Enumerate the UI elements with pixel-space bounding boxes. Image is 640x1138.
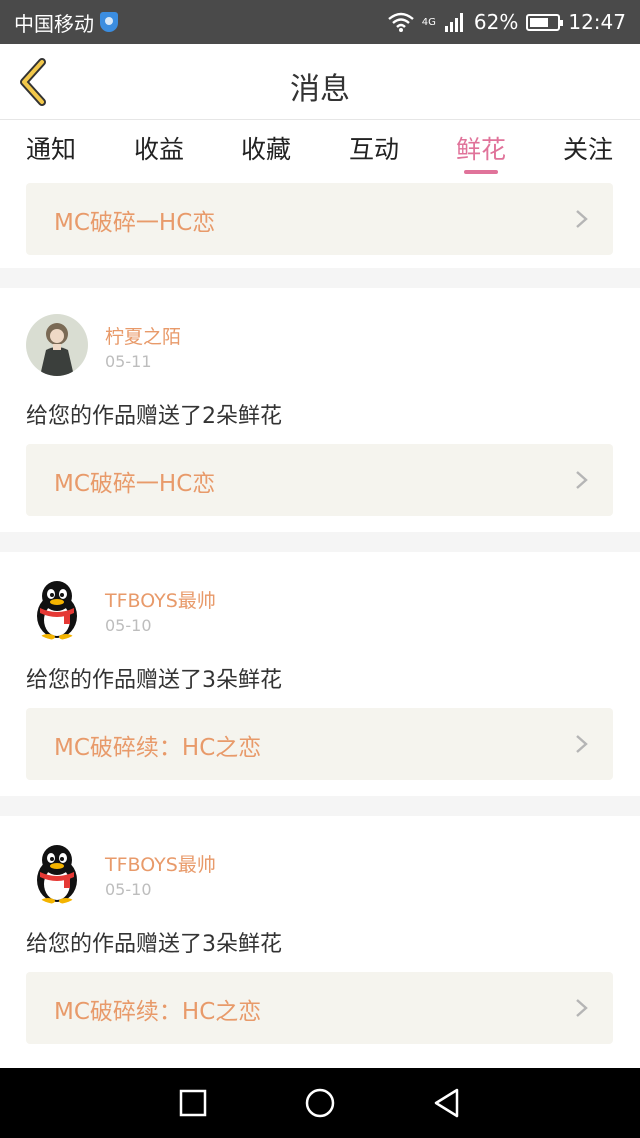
recent-apps-button[interactable] [176, 1086, 210, 1120]
home-button[interactable] [303, 1086, 337, 1120]
chevron-right-icon [576, 999, 588, 1017]
work-link[interactable]: MC破碎续：HC之恋 [26, 708, 613, 780]
nav-back-button[interactable] [430, 1086, 464, 1120]
security-shield-icon [100, 12, 118, 32]
system-nav-bar [0, 1068, 640, 1138]
user-avatar[interactable] [26, 578, 88, 640]
message-card: MC破碎一HC恋 [0, 180, 640, 268]
tab-earnings[interactable]: 收益 [114, 130, 204, 166]
work-title: MC破碎一HC恋 [54, 210, 216, 236]
signal-icon [444, 13, 463, 32]
status-bar: 中国移动 4G 62% 12:47 [0, 0, 640, 44]
message-card: TFBOYS最帅 05-10 给您的作品赠送了3朵鲜花 MC破碎续：HC之恋 [0, 552, 640, 796]
user-avatar[interactable] [26, 842, 88, 904]
username[interactable]: TFBOYS最帅 [105, 850, 216, 877]
tab-following[interactable]: 关注 [543, 130, 633, 166]
message-date: 05-10 [105, 880, 152, 899]
chevron-right-icon [576, 210, 588, 228]
work-title: MC破碎续：HC之恋 [54, 735, 262, 761]
header: 消息 [0, 44, 640, 120]
carrier: 中国移动 [14, 8, 118, 37]
penguin-avatar-icon [26, 578, 88, 640]
penguin-avatar-icon [26, 842, 88, 904]
tab-favorites[interactable]: 收藏 [221, 130, 311, 166]
username[interactable]: 柠夏之陌 [105, 322, 181, 349]
work-title: MC破碎一HC恋 [54, 471, 216, 497]
page-title: 消息 [290, 72, 350, 107]
work-link[interactable]: MC破碎续：HC之恋 [26, 972, 613, 1044]
tab-interactions[interactable]: 互动 [329, 130, 419, 166]
message-text: 给您的作品赠送了3朵鲜花 [26, 668, 282, 693]
user-avatar[interactable] [26, 314, 88, 376]
message-card: 柠夏之陌 05-11 给您的作品赠送了2朵鲜花 MC破碎一HC恋 [0, 288, 640, 532]
tab-bar: 通知 收益 收藏 互动 鲜花 关注 [0, 120, 640, 180]
circle-icon [305, 1088, 335, 1118]
work-title: MC破碎续：HC之恋 [54, 999, 262, 1025]
wifi-icon [388, 12, 414, 32]
clock: 12:47 [568, 10, 626, 34]
message-list: MC破碎一HC恋 柠夏之陌 05-11 给您的作品赠送了2朵鲜花 MC破碎一HC… [0, 180, 640, 1068]
network-type: 4G [421, 16, 436, 28]
girl-avatar-icon [26, 314, 88, 376]
username[interactable]: TFBOYS最帅 [105, 586, 216, 613]
work-link[interactable]: MC破碎一HC恋 [26, 183, 613, 255]
tab-flowers[interactable]: 鲜花 [436, 130, 526, 166]
carrier-name: 中国移动 [14, 11, 94, 36]
message-text: 给您的作品赠送了2朵鲜花 [26, 404, 282, 429]
tab-notifications[interactable]: 通知 [6, 130, 96, 166]
message-date: 05-11 [105, 352, 152, 371]
message-date: 05-10 [105, 616, 152, 635]
active-tab-indicator [464, 170, 498, 174]
message-card: TFBOYS最帅 05-10 给您的作品赠送了3朵鲜花 MC破碎续：HC之恋 [0, 816, 640, 1068]
chevron-right-icon [576, 735, 588, 753]
work-link[interactable]: MC破碎一HC恋 [26, 444, 613, 516]
message-text: 给您的作品赠送了3朵鲜花 [26, 932, 282, 957]
chevron-right-icon [576, 471, 588, 489]
battery-percent: 62% [473, 10, 519, 34]
screen: 中国移动 4G 62% 12:47 消息 通知 收益 收藏 互动 鲜花 关注 M… [0, 0, 640, 1138]
triangle-back-icon [434, 1088, 458, 1118]
status-indicators: 4G 62% 12:47 [388, 10, 626, 34]
square-icon [180, 1089, 207, 1117]
battery-icon [526, 13, 564, 31]
